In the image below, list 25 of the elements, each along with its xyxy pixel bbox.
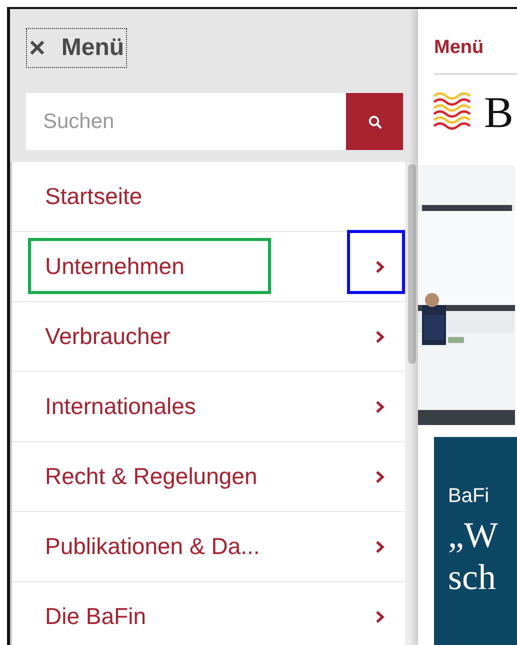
teaser-headline: sch (448, 556, 497, 598)
menu-item[interactable]: Unternehmen (45, 253, 184, 280)
chevron-right-icon[interactable] (375, 540, 385, 554)
logo-text: B (484, 86, 514, 138)
close-menu-button[interactable]: × Menü (26, 28, 128, 68)
teaser-card[interactable]: BaFi „W sch (434, 437, 517, 645)
scrollbar-thumb[interactable] (408, 164, 416, 364)
search-button[interactable] (346, 93, 403, 150)
menu-item[interactable]: Publikationen & Da... (45, 533, 260, 560)
menu-item[interactable]: Recht & Regelungen (45, 463, 258, 490)
menu-item[interactable]: Verbraucher (45, 323, 170, 350)
search-field[interactable]: Suchen (26, 93, 346, 150)
menu-link[interactable]: Menü (434, 37, 517, 75)
chevron-right-icon[interactable] (375, 610, 385, 624)
teaser-headline: „W (448, 514, 499, 556)
menu-item[interactable]: Startseite (45, 183, 142, 210)
menu-item[interactable]: Die BaFin (45, 603, 146, 630)
chevron-right-icon[interactable] (375, 400, 385, 414)
chevron-right-icon[interactable] (375, 470, 385, 484)
menu-item[interactable]: Internationales (45, 393, 196, 420)
teaser-kicker: BaFi (448, 485, 490, 508)
scrollbar[interactable] (405, 162, 418, 645)
chevron-right-icon[interactable] (375, 330, 385, 344)
chevron-right-icon[interactable] (375, 260, 385, 274)
search-icon (368, 114, 382, 128)
